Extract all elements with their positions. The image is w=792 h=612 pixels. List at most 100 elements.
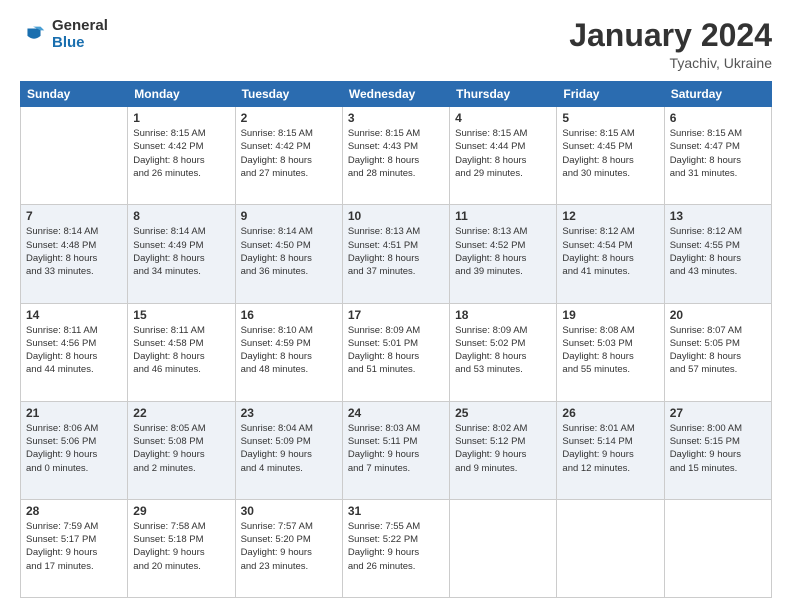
day-info: Sunrise: 7:58 AMSunset: 5:18 PMDaylight:… <box>133 520 229 573</box>
table-cell: 11Sunrise: 8:13 AMSunset: 4:52 PMDayligh… <box>450 205 557 303</box>
day-number: 24 <box>348 406 444 420</box>
table-cell: 31 Sunrise: 7:55 AMSunset: 5:22 PMDayligh… <box>342 499 449 597</box>
table-cell: 22 Sunrise: 8:05 AMSunset: 5:08 PMDayligh… <box>128 401 235 499</box>
col-friday: Friday <box>557 82 664 107</box>
day-number: 17 <box>348 308 444 322</box>
day-info: Sunrise: 8:09 AMSunset: 5:02 PMDaylight:… <box>455 324 551 377</box>
col-wednesday: Wednesday <box>342 82 449 107</box>
day-number: 19 <box>562 308 658 322</box>
day-info: Sunrise: 7:55 AMSunset: 5:22 PMDaylight:… <box>348 520 444 573</box>
table-cell: 1Sunrise: 8:15 AMSunset: 4:42 PMDaylight… <box>128 107 235 205</box>
table-cell <box>664 499 771 597</box>
day-info: Sunrise: 8:07 AMSunset: 5:05 PMDaylight:… <box>670 324 766 377</box>
week-row-5: 28Sunrise: 7:59 AMSunset: 5:17 PMDayligh… <box>21 499 772 597</box>
day-info: Sunrise: 8:14 AMSunset: 4:49 PMDaylight:… <box>133 225 229 278</box>
day-info: Sunrise: 7:57 AMSunset: 5:20 PMDaylight:… <box>241 520 337 573</box>
table-cell: 30Sunrise: 7:57 AMSunset: 5:20 PMDayligh… <box>235 499 342 597</box>
day-info: Sunrise: 8:14 AMSunset: 4:50 PMDaylight:… <box>241 225 337 278</box>
table-cell: 25 Sunrise: 8:02 AMSunset: 5:12 PMDayligh… <box>450 401 557 499</box>
table-cell: 28Sunrise: 7:59 AMSunset: 5:17 PMDayligh… <box>21 499 128 597</box>
calendar-header-row: Sunday Monday Tuesday Wednesday Thursday… <box>21 82 772 107</box>
day-info: Sunrise: 8:09 AMSunset: 5:01 PMDaylight:… <box>348 324 444 377</box>
day-number: 31 <box>348 504 444 518</box>
col-tuesday: Tuesday <box>235 82 342 107</box>
week-row-1: 1Sunrise: 8:15 AMSunset: 4:42 PMDaylight… <box>21 107 772 205</box>
day-info: Sunrise: 8:15 AMSunset: 4:44 PMDaylight:… <box>455 127 551 180</box>
day-number: 26 <box>562 406 658 420</box>
day-number: 9 <box>241 209 337 223</box>
day-info: Sunrise: 8:00 AMSunset: 5:15 PMDaylight:… <box>670 422 766 475</box>
table-cell: 21Sunrise: 8:06 AMSunset: 5:06 PMDayligh… <box>21 401 128 499</box>
table-cell: 18 Sunrise: 8:09 AMSunset: 5:02 PMDayligh… <box>450 303 557 401</box>
table-cell: 13Sunrise: 8:12 AMSunset: 4:55 PMDayligh… <box>664 205 771 303</box>
day-info: Sunrise: 8:10 AMSunset: 4:59 PMDaylight:… <box>241 324 337 377</box>
day-info: Sunrise: 8:01 AMSunset: 5:14 PMDaylight:… <box>562 422 658 475</box>
table-cell <box>450 499 557 597</box>
day-number: 18 <box>455 308 551 322</box>
day-info: Sunrise: 8:05 AMSunset: 5:08 PMDaylight:… <box>133 422 229 475</box>
day-number: 7 <box>26 209 122 223</box>
table-cell: 6Sunrise: 8:15 AMSunset: 4:47 PMDaylight… <box>664 107 771 205</box>
week-row-4: 21Sunrise: 8:06 AMSunset: 5:06 PMDayligh… <box>21 401 772 499</box>
day-info: Sunrise: 8:14 AMSunset: 4:48 PMDaylight:… <box>26 225 122 278</box>
day-number: 27 <box>670 406 766 420</box>
day-info: Sunrise: 8:15 AMSunset: 4:45 PMDaylight:… <box>562 127 658 180</box>
table-cell: 24 Sunrise: 8:03 AMSunset: 5:11 PMDayligh… <box>342 401 449 499</box>
table-cell: 15Sunrise: 8:11 AMSunset: 4:58 PMDayligh… <box>128 303 235 401</box>
table-cell <box>557 499 664 597</box>
table-cell: 29 Sunrise: 7:58 AMSunset: 5:18 PMDayligh… <box>128 499 235 597</box>
logo-general-text: General <box>52 18 108 35</box>
col-monday: Monday <box>128 82 235 107</box>
table-cell: 8 Sunrise: 8:14 AMSunset: 4:49 PMDaylight… <box>128 205 235 303</box>
table-cell: 2 Sunrise: 8:15 AMSunset: 4:42 PMDaylight… <box>235 107 342 205</box>
col-sunday: Sunday <box>21 82 128 107</box>
logo: General Blue <box>20 18 108 51</box>
day-number: 16 <box>241 308 337 322</box>
day-number: 11 <box>455 209 551 223</box>
day-number: 20 <box>670 308 766 322</box>
day-number: 4 <box>455 111 551 125</box>
table-cell: 10Sunrise: 8:13 AMSunset: 4:51 PMDayligh… <box>342 205 449 303</box>
table-cell: 16 Sunrise: 8:10 AMSunset: 4:59 PMDayligh… <box>235 303 342 401</box>
page: General Blue January 2024 Tyachiv, Ukrai… <box>0 0 792 612</box>
day-number: 12 <box>562 209 658 223</box>
day-info: Sunrise: 8:12 AMSunset: 4:54 PMDaylight:… <box>562 225 658 278</box>
day-info: Sunrise: 8:03 AMSunset: 5:11 PMDaylight:… <box>348 422 444 475</box>
table-cell: 17 Sunrise: 8:09 AMSunset: 5:01 PMDayligh… <box>342 303 449 401</box>
col-saturday: Saturday <box>664 82 771 107</box>
table-cell: 20 Sunrise: 8:07 AMSunset: 5:05 PMDayligh… <box>664 303 771 401</box>
table-cell: 27 Sunrise: 8:00 AMSunset: 5:15 PMDayligh… <box>664 401 771 499</box>
table-cell: 14 Sunrise: 8:11 AMSunset: 4:56 PMDayligh… <box>21 303 128 401</box>
day-info: Sunrise: 8:02 AMSunset: 5:12 PMDaylight:… <box>455 422 551 475</box>
month-year-title: January 2024 <box>569 18 772 53</box>
day-info: Sunrise: 8:08 AMSunset: 5:03 PMDaylight:… <box>562 324 658 377</box>
day-number: 29 <box>133 504 229 518</box>
day-info: Sunrise: 8:12 AMSunset: 4:55 PMDaylight:… <box>670 225 766 278</box>
day-info: Sunrise: 8:11 AMSunset: 4:56 PMDaylight:… <box>26 324 122 377</box>
day-info: Sunrise: 7:59 AMSunset: 5:17 PMDaylight:… <box>26 520 122 573</box>
day-number: 23 <box>241 406 337 420</box>
day-number: 2 <box>241 111 337 125</box>
day-number: 8 <box>133 209 229 223</box>
day-number: 14 <box>26 308 122 322</box>
day-number: 10 <box>348 209 444 223</box>
header: General Blue January 2024 Tyachiv, Ukrai… <box>20 18 772 71</box>
day-number: 5 <box>562 111 658 125</box>
title-block: January 2024 Tyachiv, Ukraine <box>569 18 772 71</box>
day-number: 3 <box>348 111 444 125</box>
day-info: Sunrise: 8:06 AMSunset: 5:06 PMDaylight:… <box>26 422 122 475</box>
logo-text: General Blue <box>52 18 108 51</box>
day-info: Sunrise: 8:11 AMSunset: 4:58 PMDaylight:… <box>133 324 229 377</box>
week-row-3: 14 Sunrise: 8:11 AMSunset: 4:56 PMDayligh… <box>21 303 772 401</box>
table-cell: 9 Sunrise: 8:14 AMSunset: 4:50 PMDaylight… <box>235 205 342 303</box>
table-cell: 23 Sunrise: 8:04 AMSunset: 5:09 PMDayligh… <box>235 401 342 499</box>
day-number: 25 <box>455 406 551 420</box>
day-info: Sunrise: 8:15 AMSunset: 4:42 PMDaylight:… <box>241 127 337 180</box>
table-cell: 5 Sunrise: 8:15 AMSunset: 4:45 PMDaylight… <box>557 107 664 205</box>
day-info: Sunrise: 8:04 AMSunset: 5:09 PMDaylight:… <box>241 422 337 475</box>
table-cell: 26 Sunrise: 8:01 AMSunset: 5:14 PMDayligh… <box>557 401 664 499</box>
logo-blue-text: Blue <box>52 35 108 52</box>
table-cell: 4 Sunrise: 8:15 AMSunset: 4:44 PMDaylight… <box>450 107 557 205</box>
day-info: Sunrise: 8:15 AMSunset: 4:42 PMDaylight:… <box>133 127 229 180</box>
day-number: 22 <box>133 406 229 420</box>
